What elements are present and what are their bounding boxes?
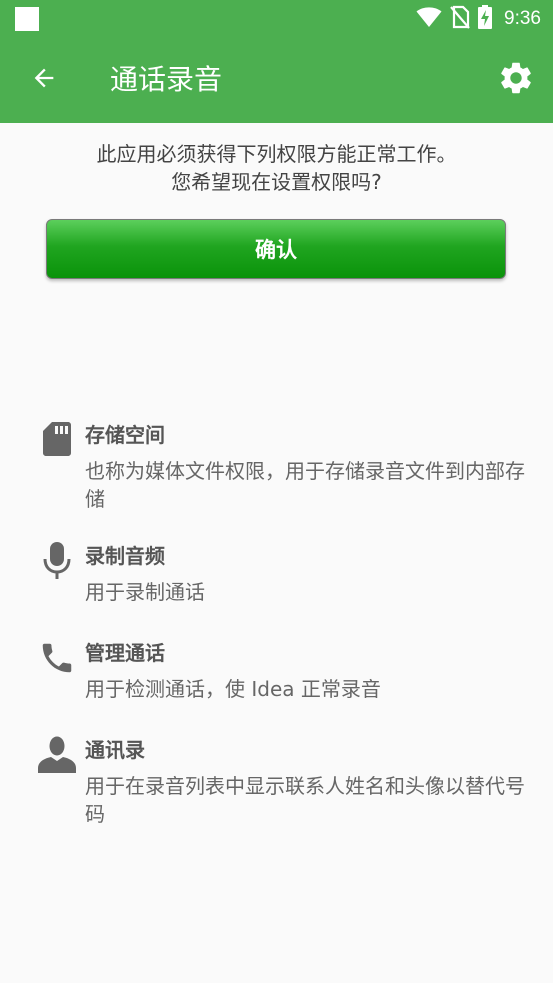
permission-description: 用于录制通话: [85, 580, 205, 604]
prompt-line-2: 您希望现在设置权限吗?: [171, 170, 382, 194]
microphone-icon: [36, 542, 78, 584]
status-icons: 9:36: [416, 4, 541, 34]
permission-title: 通讯录: [85, 738, 145, 762]
phone-icon: [36, 639, 78, 681]
wifi-icon: [416, 6, 442, 32]
app-bar: 通话录音: [0, 38, 553, 123]
permission-prompt: 此应用必须获得下列权限方能正常工作。 您希望现在设置权限吗?: [0, 140, 553, 196]
sd-card-icon: [36, 421, 78, 463]
permission-description: 用于检测通话，使 Idea 正常录音: [85, 677, 381, 701]
permission-title: 管理通话: [85, 641, 165, 665]
no-sim-icon: [450, 5, 470, 33]
status-bar: 9:36: [0, 0, 553, 38]
person-icon: [36, 736, 78, 778]
status-time: 9:36: [504, 8, 541, 29]
back-button[interactable]: [22, 58, 66, 102]
notification-icon: [15, 7, 39, 31]
page-title: 通话录音: [110, 63, 223, 96]
gear-icon: [497, 59, 535, 101]
permission-description: 也称为媒体文件权限，用于存储录音文件到内部存储: [85, 459, 525, 511]
arrow-back-icon: [30, 64, 58, 96]
permission-title: 录制音频: [85, 544, 165, 568]
prompt-line-1: 此应用必须获得下列权限方能正常工作。: [96, 142, 457, 166]
permission-description: 用于在录音列表中显示联系人姓名和头像以替代号码: [85, 774, 525, 826]
settings-button[interactable]: [493, 57, 539, 103]
confirm-button[interactable]: 确认: [46, 219, 506, 279]
permission-title: 存储空间: [85, 423, 165, 447]
battery-charging-icon: [478, 5, 493, 33]
